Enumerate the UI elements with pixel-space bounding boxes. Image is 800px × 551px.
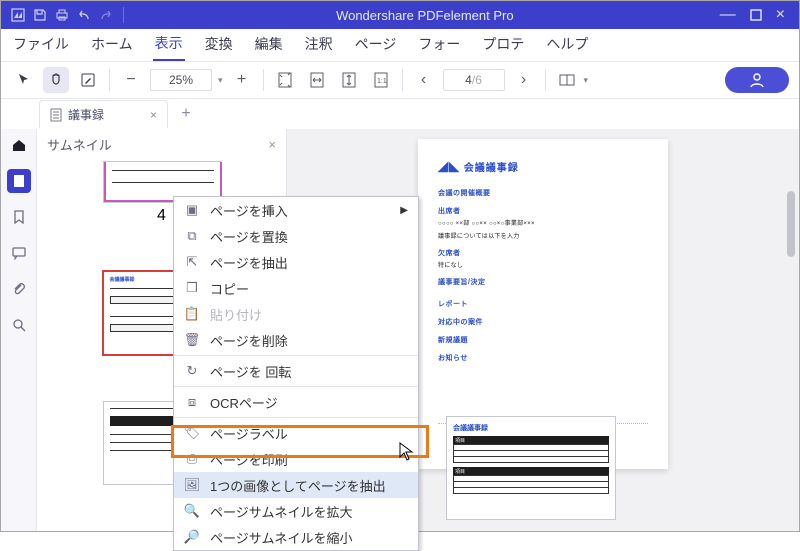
menu-view[interactable]: 表示 — [153, 29, 185, 61]
menu-page[interactable]: ページ — [353, 30, 399, 60]
zoom-out-button[interactable]: − — [118, 67, 144, 93]
fit-page-icon[interactable] — [272, 67, 298, 93]
extract-icon: ⇱ — [184, 254, 200, 270]
svg-text:1:1: 1:1 — [377, 78, 387, 85]
undo-icon[interactable] — [73, 4, 95, 26]
insert-icon: ▣ — [184, 202, 200, 218]
page-input[interactable]: 4/6 — [443, 69, 505, 91]
ctx-zoom-out-thumb[interactable]: 🔎ページサムネイルを縮小 — [174, 524, 418, 550]
toolbar: − 25% ▾ + 1:1 ‹ 4/6 › ▾ — [1, 61, 799, 99]
user-button[interactable] — [725, 67, 789, 93]
rail-thumbnails-icon[interactable] — [7, 169, 31, 193]
app-title: Wondershare PDFelement Pro — [130, 8, 720, 23]
window-controls: — × — [720, 6, 793, 24]
fit-width-icon[interactable] — [304, 67, 330, 93]
thumbnail-page-number: 4 — [157, 207, 166, 225]
ctx-print-page[interactable]: ⎙ページを印刷 — [174, 446, 418, 472]
menu-protect[interactable]: プロテ — [480, 30, 526, 60]
menu-convert[interactable]: 変換 — [203, 30, 235, 60]
minimize-icon[interactable]: — — [720, 6, 736, 24]
copy-icon: ❐ — [184, 280, 200, 296]
menubar: ファイル ホーム 表示 変換 編集 注釈 ページ フォー プロテ ヘルプ — [1, 29, 799, 61]
read-mode-dropdown-icon[interactable]: ▾ — [584, 75, 589, 86]
hand-tool-icon[interactable] — [43, 67, 69, 93]
print-page-icon: ⎙ — [184, 451, 200, 467]
document-icon — [50, 108, 62, 122]
prev-page-button[interactable]: ‹ — [411, 67, 437, 93]
menu-home[interactable]: ホーム — [89, 30, 135, 60]
menu-annotate[interactable]: 注釈 — [303, 30, 335, 60]
menu-help[interactable]: ヘルプ — [544, 30, 590, 60]
ctx-page-label[interactable]: 🏷ページラベル — [174, 420, 418, 446]
vertical-scrollbar[interactable] — [787, 191, 795, 257]
delete-icon: 🗑 — [184, 332, 200, 348]
ctx-extract-as-image[interactable]: 🖼1つの画像としてページを抽出 — [174, 472, 418, 498]
quick-access-toolbar — [7, 4, 130, 26]
ctx-copy[interactable]: ❐コピー — [174, 275, 418, 301]
rail-comment-icon[interactable] — [7, 241, 31, 265]
side-rail — [1, 129, 37, 531]
zoom-out-icon: 🔎 — [184, 529, 200, 545]
rotate-icon: ↻ — [184, 363, 200, 379]
ctx-paste: 📋貼り付け — [174, 301, 418, 327]
actual-size-icon[interactable]: 1:1 — [368, 67, 394, 93]
zoom-in-icon: 🔍 — [184, 503, 200, 519]
ctx-delete-page[interactable]: 🗑ページを削除 — [174, 327, 418, 353]
document-tab-label: 議事録 — [68, 106, 104, 123]
document-tab[interactable]: 議事録 × — [39, 100, 168, 128]
titlebar: Wondershare PDFelement Pro — × — [1, 1, 799, 29]
menu-form[interactable]: フォー — [416, 30, 462, 60]
zoom-dropdown-icon[interactable]: ▾ — [218, 75, 223, 86]
page-canvas-next: 会議議事録 項目 項目 — [446, 416, 616, 520]
ocr-icon: ⧈ — [184, 394, 200, 410]
print-icon[interactable] — [51, 4, 73, 26]
thumbnail-panel-close-icon[interactable]: × — [268, 137, 276, 152]
app-logo-icon — [7, 4, 29, 26]
context-menu: ▣ページを挿入▶ ⧉ページを置換 ⇱ページを抽出 ❐コピー 📋貼り付け 🗑ページ… — [173, 196, 419, 551]
read-mode-icon[interactable] — [554, 67, 580, 93]
ctx-rotate-page[interactable]: ↻ページを 回転 — [174, 358, 418, 384]
next-page-button[interactable]: › — [511, 67, 537, 93]
select-tool-icon[interactable] — [11, 67, 37, 93]
label-icon: 🏷 — [184, 425, 200, 441]
rail-attachment-icon[interactable] — [7, 277, 31, 301]
extract-image-icon: 🖼 — [184, 477, 200, 493]
zoom-input[interactable]: 25% — [150, 69, 212, 91]
save-icon[interactable] — [29, 4, 51, 26]
paste-icon: 📋 — [184, 306, 200, 322]
menu-file[interactable]: ファイル — [11, 30, 71, 60]
maximize-icon[interactable] — [750, 9, 762, 21]
ctx-extract-page[interactable]: ⇱ページを抽出 — [174, 249, 418, 275]
ctx-ocr-page[interactable]: ⧈OCRページ — [174, 389, 418, 415]
rail-bookmark-icon[interactable] — [7, 205, 31, 229]
rail-home-icon[interactable] — [7, 133, 31, 157]
ctx-zoom-in-thumb[interactable]: 🔍ページサムネイルを拡大 — [174, 498, 418, 524]
tab-close-icon[interactable]: × — [150, 108, 157, 122]
rail-search-icon[interactable] — [7, 313, 31, 337]
close-icon[interactable]: × — [776, 6, 785, 24]
thumbnail-panel-title: サムネイル — [47, 135, 112, 154]
redo-icon[interactable] — [95, 4, 117, 26]
tab-add-button[interactable]: + — [176, 105, 196, 123]
ctx-replace-page[interactable]: ⧉ページを置換 — [174, 223, 418, 249]
replace-icon: ⧉ — [184, 228, 200, 244]
menu-edit[interactable]: 編集 — [253, 30, 285, 60]
zoom-in-button[interactable]: + — [229, 67, 255, 93]
fit-height-icon[interactable] — [336, 67, 362, 93]
ctx-insert-page[interactable]: ▣ページを挿入▶ — [174, 197, 418, 223]
document-tabstrip: 議事録 × + — [1, 99, 799, 129]
edit-tool-icon[interactable] — [75, 67, 101, 93]
